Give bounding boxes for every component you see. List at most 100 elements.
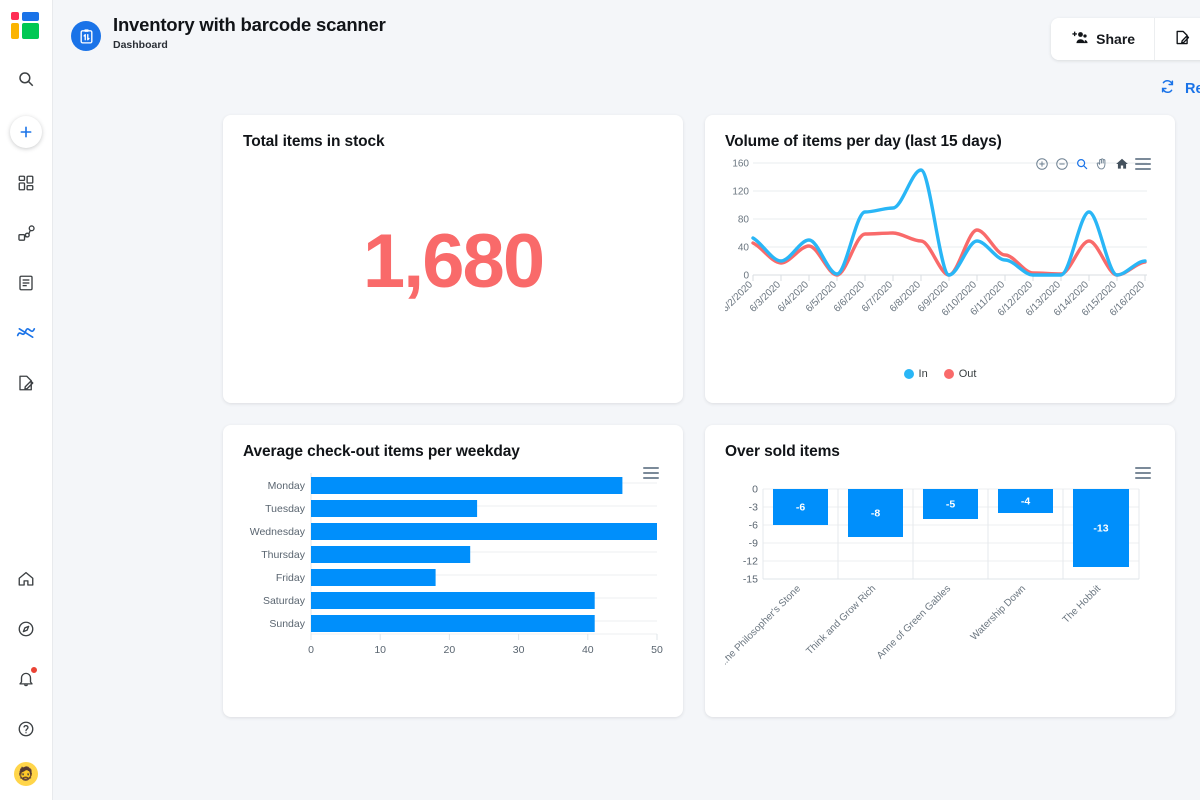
- top-actions: Share Notes: [1051, 18, 1200, 60]
- svg-text:120: 120: [732, 187, 749, 198]
- share-icon: [1070, 30, 1088, 48]
- svg-text:160: 160: [732, 159, 749, 170]
- legend-label-out: Out: [958, 368, 977, 380]
- oversold-chart-toolbar: [1135, 467, 1151, 479]
- oversold-title: Over sold items: [725, 443, 840, 460]
- panning-icon[interactable]: [1095, 157, 1109, 171]
- svg-text:Sunday: Sunday: [269, 618, 305, 630]
- forms-icon[interactable]: [8, 365, 44, 401]
- legend-item-in[interactable]: In: [903, 368, 928, 380]
- bar-friday[interactable]: [311, 569, 436, 586]
- help-icon[interactable]: [8, 711, 44, 747]
- total-items-value: 1,680: [362, 218, 545, 304]
- oversold-bar-svg: 0-3-6 -9-12-15 -6 -8 -5 -4 -13 ...he Phi…: [717, 484, 1140, 670]
- chart-toolbar: [1035, 157, 1151, 171]
- analytics-icon[interactable]: [8, 315, 44, 351]
- search-icon[interactable]: [8, 61, 44, 97]
- avatar[interactable]: 🧔: [14, 762, 38, 786]
- svg-text:10: 10: [374, 644, 386, 656]
- svg-text:-12: -12: [743, 556, 758, 568]
- zoom-out-icon[interactable]: [1055, 157, 1069, 171]
- notes-icon: [1174, 29, 1191, 49]
- zoom-in-icon[interactable]: [1035, 157, 1049, 171]
- oversold-card: Over sold items 0 -3 -6 -9 -12 -15 -6 -8…: [705, 425, 1175, 717]
- bar-label-philosophers-stone: -6: [796, 502, 805, 514]
- svg-text:50: 50: [651, 644, 663, 656]
- title-block: Inventory with barcode scanner Dashboard: [113, 14, 1051, 51]
- sidebar: 🧔: [0, 0, 53, 800]
- explore-icon[interactable]: [8, 611, 44, 647]
- bar-label-the-hobbit: -13: [1093, 523, 1108, 535]
- oversold-chart: 0 -3 -6 -9 -12 -15 -6 -8 -5 -4 -13 ...he…: [717, 461, 1155, 693]
- top-bar: Inventory with barcode scanner Dashboard: [53, 0, 1200, 72]
- svg-text:Wednesday: Wednesday: [250, 526, 306, 538]
- bar-label-watership-down: -4: [1021, 496, 1030, 508]
- chart-menu-icon[interactable]: [643, 467, 659, 479]
- add-button[interactable]: [10, 116, 42, 148]
- svg-text:80: 80: [738, 215, 750, 226]
- refresh-label: Refresh: [1185, 80, 1200, 97]
- svg-text:30: 30: [513, 644, 525, 656]
- reset-zoom-icon[interactable]: [1115, 157, 1129, 171]
- bar-sunday[interactable]: [311, 615, 595, 632]
- weekday-bar-svg: Monday Tuesday Wednesday Thursday Friday…: [250, 473, 663, 656]
- svg-text:-6: -6: [749, 520, 758, 532]
- svg-text:40: 40: [738, 243, 750, 254]
- svg-text:20: 20: [444, 644, 456, 656]
- main-content: Inventory with barcode scanner Dashboard: [53, 0, 1200, 800]
- series-out-line: [751, 228, 1147, 277]
- svg-text:Watership Down: Watership Down: [969, 583, 1028, 642]
- bar-saturday[interactable]: [311, 592, 595, 609]
- notes-button[interactable]: Notes: [1154, 18, 1200, 60]
- chart-menu-icon[interactable]: [1135, 467, 1151, 479]
- volume-line-svg: 160 120 80 40 0 6/2/2020 6/3/2020 6/4/20…: [720, 159, 1148, 319]
- legend-dot-out: [943, 369, 954, 379]
- svg-text:-9: -9: [749, 538, 758, 550]
- svg-text:Friday: Friday: [276, 572, 306, 584]
- refresh-button[interactable]: Refresh: [1159, 78, 1200, 99]
- total-items-title: Total items in stock: [243, 133, 385, 150]
- bar-monday[interactable]: [311, 477, 623, 494]
- volume-per-day-title: Volume of items per day (last 15 days): [725, 133, 1002, 150]
- refresh-row: Refresh: [53, 72, 1200, 99]
- legend-dot-in: [903, 369, 914, 379]
- volume-chart: 160 120 80 40 0 6/2/2020 6/3/2020 6/4/20…: [720, 151, 1155, 383]
- dashboard-grid: Total items in stock 1,680 Volume of ite…: [53, 99, 1200, 717]
- weekday-chart-toolbar: [643, 467, 659, 479]
- svg-text:0: 0: [308, 644, 314, 656]
- bar-label-think-and-grow-rich: -8: [871, 508, 880, 520]
- docs-icon[interactable]: [8, 265, 44, 301]
- legend-item-out[interactable]: Out: [943, 368, 977, 380]
- share-label: Share: [1096, 31, 1136, 47]
- series-in-line: [751, 168, 1147, 277]
- selection-zoom-icon[interactable]: [1075, 157, 1089, 171]
- svg-text:Saturday: Saturday: [263, 595, 306, 607]
- svg-text:0: 0: [752, 484, 758, 496]
- volume-per-day-card: Volume of items per day (last 15 days) 1…: [705, 115, 1175, 403]
- refresh-icon: [1159, 78, 1176, 99]
- svg-text:Anne of Green Gables: Anne of Green Gables: [875, 583, 953, 661]
- automations-icon[interactable]: [8, 215, 44, 251]
- svg-text:...he Philosopher's Stone: ...he Philosopher's Stone: [725, 583, 803, 669]
- total-items-card: Total items in stock 1,680: [223, 115, 683, 403]
- page-subtitle: Dashboard: [113, 39, 168, 51]
- bar-label-anne-of-green-gables: -5: [946, 499, 955, 511]
- chart-menu-icon[interactable]: [1135, 158, 1151, 170]
- notification-badge: [30, 666, 38, 674]
- weekday-card: Average check-out items per weekday Mond…: [223, 425, 683, 717]
- weekday-chart: Monday Tuesday Wednesday Thursday Friday…: [243, 461, 663, 693]
- apps-icon[interactable]: [8, 165, 44, 201]
- legend-label-in: In: [918, 368, 928, 380]
- bar-wednesday[interactable]: [311, 523, 657, 540]
- svg-text:The Hobbit: The Hobbit: [1061, 583, 1104, 626]
- app-logo[interactable]: [11, 12, 41, 40]
- svg-text:40: 40: [582, 644, 594, 656]
- bar-thursday[interactable]: [311, 546, 471, 563]
- notifications-icon[interactable]: [8, 661, 44, 697]
- svg-text:-15: -15: [743, 574, 758, 586]
- bar-tuesday[interactable]: [311, 500, 478, 517]
- home-icon[interactable]: [8, 561, 44, 597]
- svg-text:Think and Grow Rich: Think and Grow Rich: [804, 583, 878, 657]
- svg-text:Tuesday: Tuesday: [265, 503, 306, 515]
- share-button[interactable]: Share: [1051, 18, 1155, 60]
